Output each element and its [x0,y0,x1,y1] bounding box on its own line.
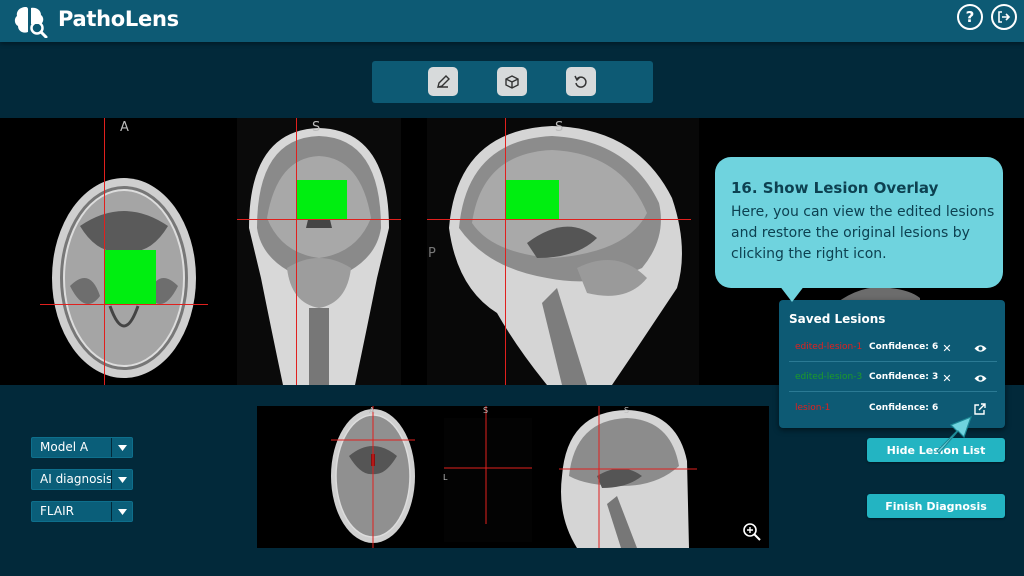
edit-toolbar [372,61,653,103]
lesion-name[interactable]: edited-lesion-1 [795,342,862,352]
tooltip-body: Here, you can view the edited lesions an… [731,204,995,262]
crosshair-vertical [104,118,105,385]
cube-icon[interactable] [497,67,527,96]
lesion-overlay [297,180,347,220]
chevron-down-icon[interactable] [111,470,132,489]
tutorial-tooltip: 16. Show Lesion Overlay Here, you can vi… [715,157,1003,288]
saved-lesions-panel: Saved Lesions edited-lesion-1 Confidence… [779,300,1005,428]
eye-icon[interactable] [972,370,988,386]
help-icon[interactable]: ? [957,4,983,30]
close-icon[interactable]: ✕ [939,340,955,356]
lesion-overlay [105,250,156,305]
lesion-overlay [506,180,559,220]
crosshair-horizontal [237,219,401,220]
panel-title: Saved Lesions [789,312,886,326]
tooltip-title: 16. Show Lesion Overlay [731,179,939,197]
lesion-name[interactable]: edited-lesion-3 [795,372,862,382]
pointer-arrow-icon [936,415,973,454]
confidence-label: Confidence: 6 [869,342,939,352]
sequence-value: FLAIR [40,504,74,518]
sagittal-orientation-label: S [555,120,564,135]
logout-icon[interactable] [991,4,1017,30]
model-select-value: Model A [40,440,89,454]
chevron-down-icon[interactable] [111,438,132,457]
thumb-coronal-label: S [483,406,489,415]
crosshair-horizontal [40,304,208,305]
crosshair-horizontal [427,219,691,220]
coronal-orientation-label: S [312,120,321,135]
lesion-row[interactable]: edited-lesion-1 Confidence: 6 ✕ [789,334,997,362]
thumb-left-label: L [443,473,448,482]
thumbnail-viewer[interactable]: A S S L [257,406,769,548]
coronal-slice[interactable] [237,118,401,385]
app-title: PathoLens [58,7,179,31]
thumb-axial-label: A [369,406,375,415]
lesion-name[interactable]: lesion-1 [795,403,830,413]
confidence-label: Confidence: 6 [869,403,939,413]
sagittal-slice[interactable] [427,118,699,385]
diagnosis-mode-select[interactable]: AI diagnosis [31,469,133,490]
pencil-icon[interactable] [428,67,458,96]
sequence-select[interactable]: FLAIR [31,501,133,522]
chevron-down-icon[interactable] [111,502,132,521]
zoom-in-icon[interactable] [742,522,762,542]
model-select[interactable]: Model A [31,437,133,458]
undo-icon[interactable] [566,67,596,96]
eye-icon[interactable] [972,340,988,356]
thumb-sagittal-label: S [624,406,630,415]
crosshair-vertical [296,118,297,385]
finish-diagnosis-button[interactable]: Finish Diagnosis [867,494,1005,518]
axial-orientation-label: A [120,120,129,135]
app-header: PathoLens ? [0,0,1024,42]
confidence-label: Confidence: 3 [869,372,939,382]
brain-magnifier-icon [14,7,48,38]
diagnosis-mode-value: AI diagnosis [40,472,113,486]
lesion-row[interactable]: edited-lesion-3 Confidence: 3 ✕ [789,364,997,392]
crosshair-vertical [505,118,506,385]
posterior-orientation-label: P [428,246,436,261]
tooltip-pointer [779,285,805,302]
close-icon[interactable]: ✕ [939,370,955,386]
